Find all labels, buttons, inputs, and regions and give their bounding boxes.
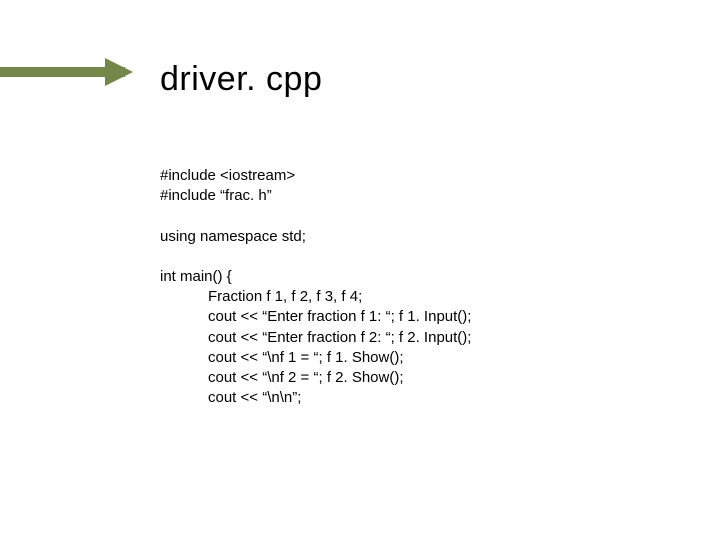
main-block: int main() { Fraction f 1, f 2, f 3, f 4… [160, 267, 471, 409]
code-body: #include <iostream> #include “frac. h” u… [160, 166, 471, 409]
slide: driver. cpp #include <iostream> #include… [0, 0, 720, 540]
code-line: using namespace std; [160, 227, 471, 247]
code-line: int main() { [160, 267, 471, 287]
code-line: cout << “Enter fraction f 1: “; f 1. Inp… [208, 307, 471, 327]
code-line: cout << “\n\n”; [208, 388, 471, 408]
slide-title: driver. cpp [160, 60, 322, 99]
using-block: using namespace std; [160, 227, 471, 247]
chevron-right-icon [105, 58, 133, 86]
main-body-indent: Fraction f 1, f 2, f 3, f 4; cout << “En… [160, 287, 471, 409]
includes-block: #include <iostream> #include “frac. h” [160, 166, 471, 207]
code-line: cout << “Enter fraction f 2: “; f 2. Inp… [208, 328, 471, 348]
code-line: cout << “\nf 1 = “; f 1. Show(); [208, 348, 471, 368]
code-line: Fraction f 1, f 2, f 3, f 4; [208, 287, 471, 307]
code-line: #include <iostream> [160, 166, 471, 186]
code-line: #include “frac. h” [160, 186, 471, 206]
code-line: cout << “\nf 2 = “; f 2. Show(); [208, 368, 471, 388]
accent-arrow [0, 58, 145, 86]
